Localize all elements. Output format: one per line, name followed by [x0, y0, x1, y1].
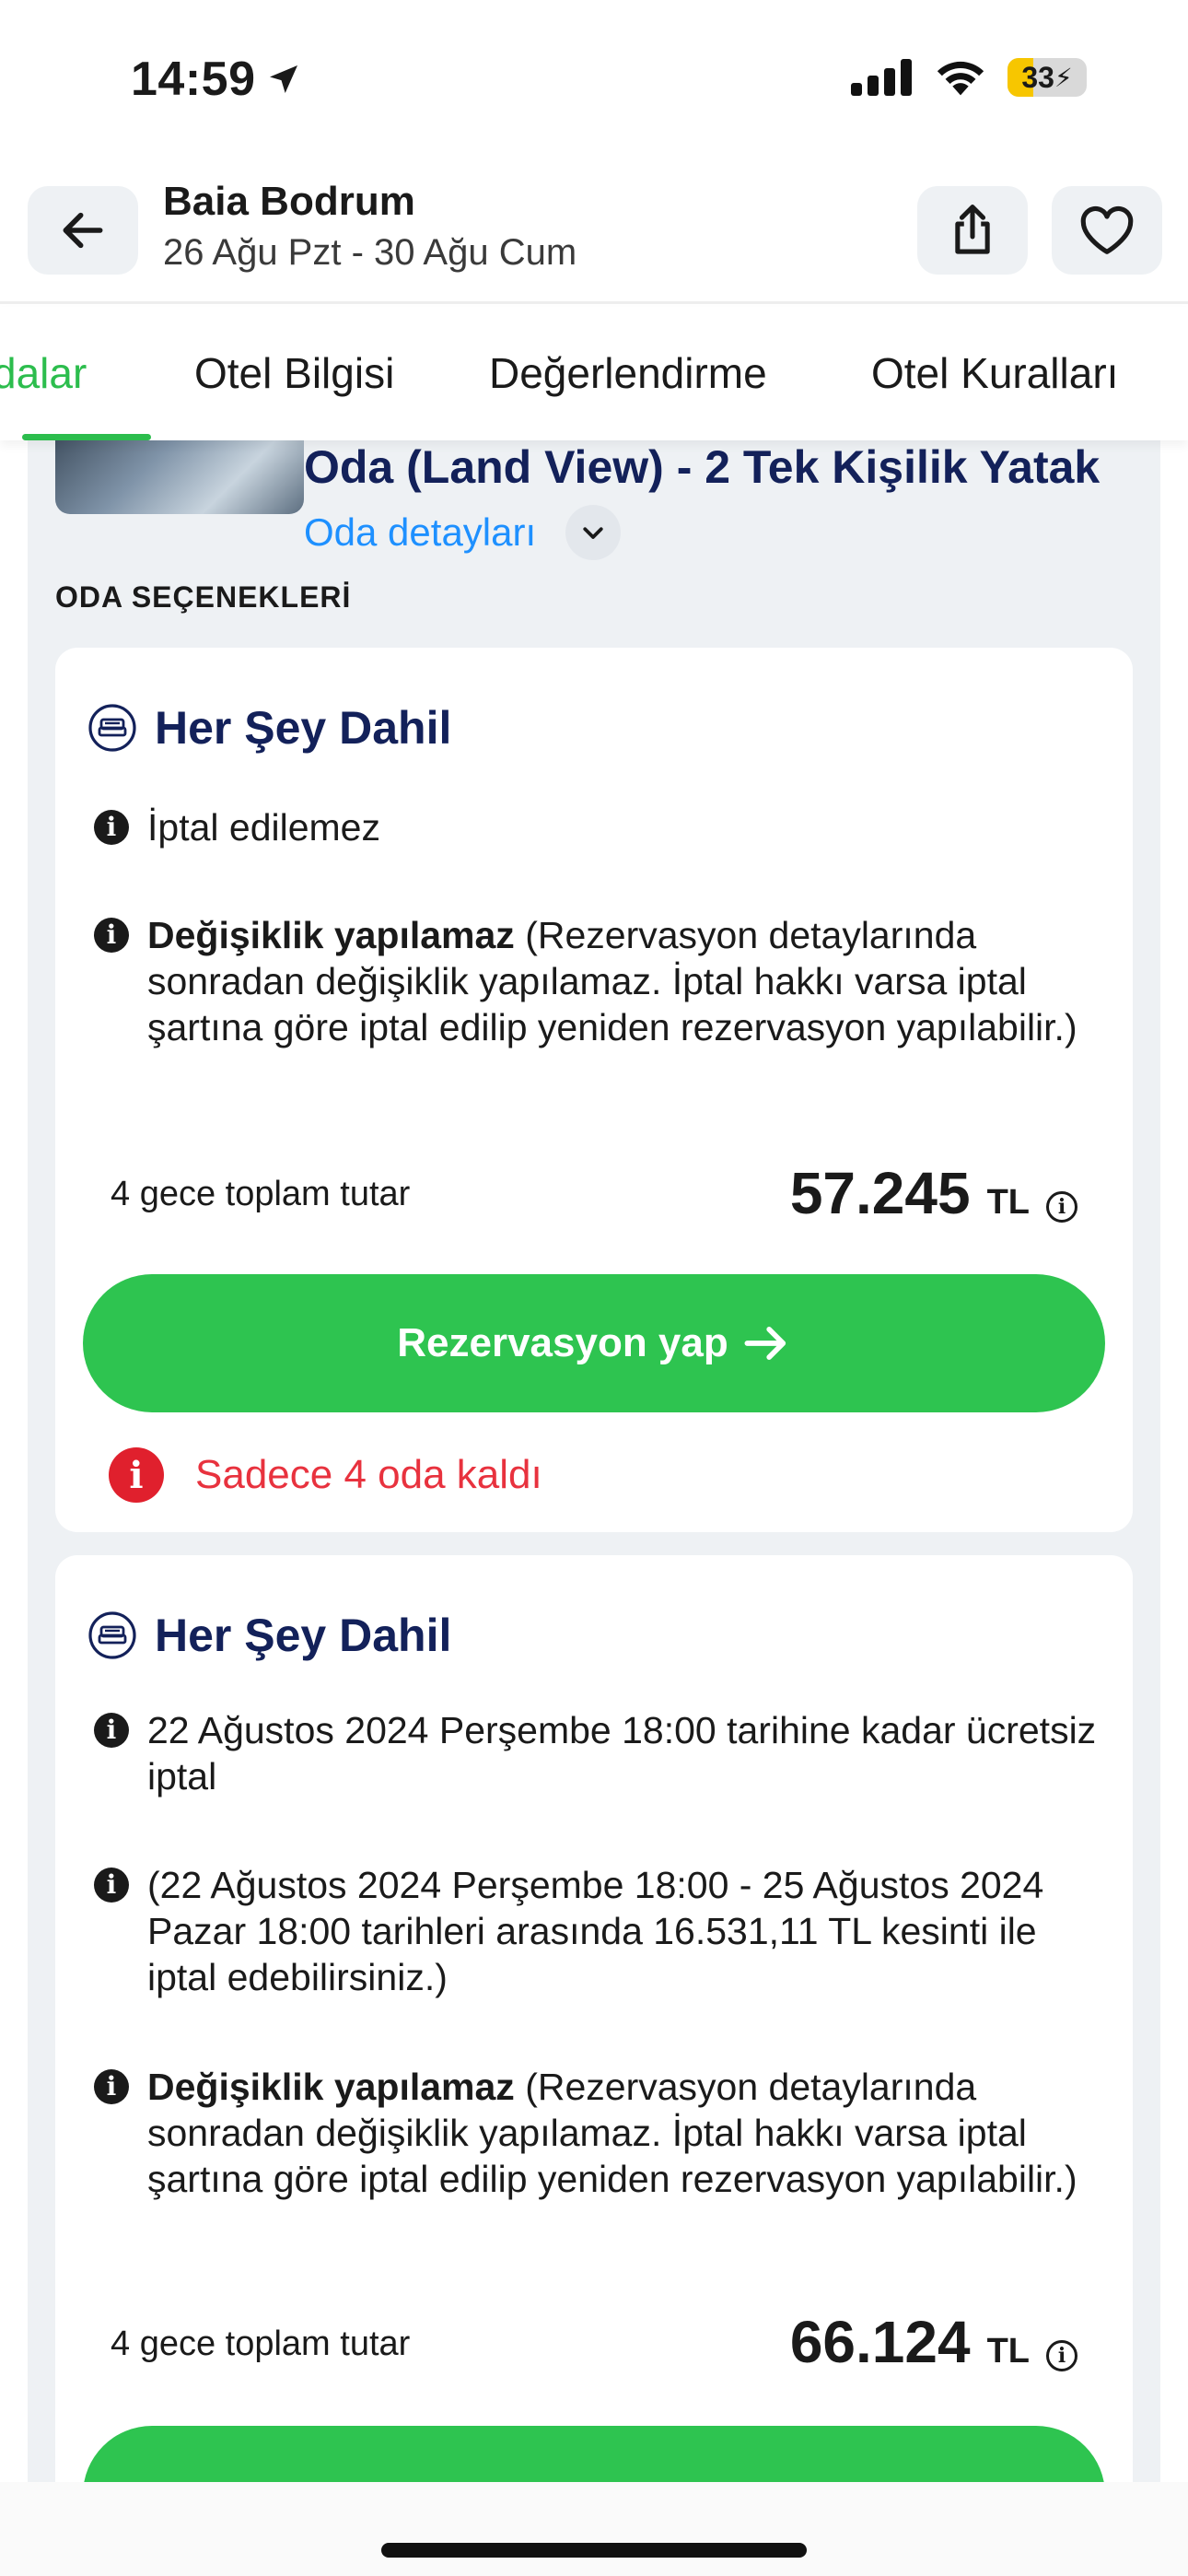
arrow-right-icon [744, 1327, 786, 1360]
hotel-name: Baia Bodrum [163, 179, 415, 224]
room-options-label: ODA SEÇENEKLERİ [55, 580, 352, 614]
free-cancellation-info: i 22 Ağustos 2024 Perşembe 18:00 tarihin… [94, 1707, 1098, 1799]
battery-indicator: 33 ⚡ [1007, 58, 1087, 97]
room-details-link[interactable]: Oda detayları [304, 505, 622, 560]
expand-room-details-button[interactable] [565, 505, 622, 560]
cancellation-fee-info: i (22 Ağustos 2024 Perşembe 18:00 - 25 A… [94, 1862, 1098, 2000]
back-button[interactable] [28, 186, 138, 275]
tab-rooms[interactable]: dalar [0, 348, 87, 398]
reserve-button[interactable] [83, 2426, 1105, 2482]
hotel-tabs: dalar Otel Bilgisi Değerlendirme Otel Ku… [0, 307, 1188, 440]
arrow-left-icon [63, 212, 103, 249]
charging-bolt-icon: ⚡ [1054, 63, 1073, 92]
info-icon: i [94, 1713, 129, 1748]
room-option-card: Her Şey Dahil i İptal edilemez i Değişik… [55, 648, 1133, 1532]
share-button[interactable] [917, 186, 1028, 275]
price-info-icon[interactable]: i [1046, 1191, 1077, 1223]
info-icon: i [94, 810, 129, 845]
home-indicator-area [0, 2482, 1188, 2576]
active-tab-indicator [22, 434, 151, 440]
total-label: 4 gece toplam tutar [111, 2324, 411, 2363]
room-title: Oda (Land View) - 2 Tek Kişilik Yatak [304, 441, 1101, 493]
info-icon: i [94, 918, 129, 953]
tab-hotel-info[interactable]: Otel Bilgisi [194, 348, 394, 398]
total-price: 66.124 TL i [790, 2308, 1077, 2376]
room-option-card: Her Şey Dahil i 22 Ağustos 2024 Perşembe… [55, 1555, 1133, 2482]
room-options-panel: Oda (Land View) - 2 Tek Kişilik Yatak Od… [28, 440, 1160, 2482]
modification-info: i Değişiklik yapılamaz (Rezervasyon deta… [94, 2064, 1098, 2202]
stay-dates[interactable]: 26 Ağu Pzt - 30 Ağu Cum [163, 232, 577, 274]
price-info-icon[interactable]: i [1046, 2340, 1077, 2371]
home-indicator[interactable] [381, 2543, 807, 2558]
location-arrow-icon [269, 65, 297, 93]
hotel-header: Baia Bodrum 26 Ağu Pzt - 30 Ağu Cum [0, 157, 1188, 304]
status-bar: 14:59 33 ⚡ [0, 0, 1188, 157]
board-plan-title: Her Şey Dahil [88, 1609, 451, 1662]
chevron-down-icon [583, 527, 603, 539]
heart-icon [1080, 205, 1134, 254]
info-icon: i [94, 1868, 129, 1903]
board-plan-title: Her Şey Dahil [88, 701, 451, 755]
modification-info: i Değişiklik yapılamaz (Rezervasyon deta… [94, 912, 1098, 1050]
info-icon: i [94, 2069, 129, 2104]
alert-icon: i [109, 1447, 164, 1503]
total-label: 4 gece toplam tutar [111, 1175, 411, 1213]
tab-reviews[interactable]: Değerlendirme [489, 348, 767, 398]
tab-hotel-rules[interactable]: Otel Kuralları [871, 348, 1118, 398]
bed-icon [88, 704, 136, 752]
total-price: 57.245 TL i [790, 1159, 1077, 1227]
status-time: 14:59 [131, 52, 302, 107]
cancellation-info: i İptal edilemez [94, 804, 1098, 850]
reserve-button[interactable]: Rezervasyon yap [83, 1274, 1105, 1412]
share-icon [955, 205, 990, 254]
cellular-signal-icon [851, 59, 912, 96]
bed-icon [88, 1611, 136, 1659]
wifi-icon [937, 61, 984, 96]
room-thumbnail[interactable] [55, 440, 304, 514]
favorite-button[interactable] [1052, 186, 1162, 275]
availability-warning: i Sadece 4 oda kaldı [109, 1447, 542, 1503]
